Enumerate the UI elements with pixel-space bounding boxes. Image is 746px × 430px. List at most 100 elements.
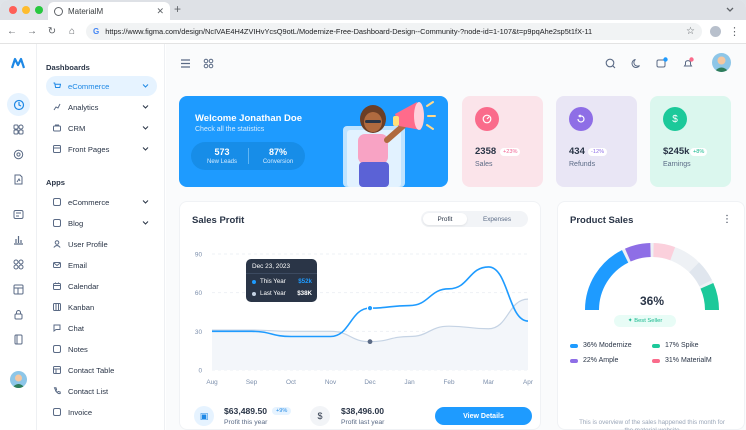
crm-icon	[53, 124, 61, 132]
close-window-button[interactable]	[9, 6, 17, 14]
kpi-label: Earnings	[663, 161, 691, 168]
browser-profile-icon[interactable]	[710, 26, 721, 37]
tooltip-divider	[246, 273, 317, 274]
tooltip-row-this-year: This Year $52k	[252, 278, 312, 285]
reload-icon[interactable]: ↻	[46, 26, 58, 38]
stats-divider	[248, 148, 249, 164]
new-tab-icon[interactable]: +	[174, 2, 181, 16]
rail-dashboard-icon[interactable]	[7, 93, 30, 116]
tab-profit[interactable]: Profit	[423, 213, 467, 225]
rail-lock-icon[interactable]	[10, 306, 27, 323]
tab-expenses[interactable]: Expenses	[469, 213, 525, 225]
rail-docs-icon[interactable]	[10, 331, 27, 348]
profit-expenses-toggle: Profit Expenses	[421, 211, 528, 227]
bookmark-star-icon[interactable]: ☆	[686, 26, 695, 37]
app: Dashboards eCommerce Analytics CRM Front…	[0, 44, 746, 430]
minimize-window-button[interactable]	[22, 6, 30, 14]
nav-item-blog[interactable]: Blog	[46, 213, 157, 233]
tooltip-value: $52k	[298, 278, 312, 285]
cart-notification-icon[interactable]	[656, 57, 668, 69]
nav-item-front-pages[interactable]: Front Pages	[46, 139, 157, 159]
chevron-down-icon	[142, 200, 149, 204]
menu-toggle-icon[interactable]	[179, 57, 191, 69]
nav-item-crm[interactable]: CRM	[46, 118, 157, 138]
gauge-segment	[689, 262, 712, 287]
nav-item-contact-list[interactable]: Contact List	[46, 381, 157, 401]
kpi-change: +23%	[500, 148, 521, 156]
apps-grid-icon[interactable]	[202, 57, 214, 69]
nav-item-user-profile[interactable]: User Profile	[46, 234, 157, 254]
rail-user-avatar[interactable]	[10, 371, 27, 388]
address-bar-row: ← → ↻ ⌂ G https://www.figma.com/design/N…	[0, 20, 746, 44]
dollar-coin-icon: $	[310, 406, 330, 426]
dark-mode-moon-icon[interactable]	[630, 57, 642, 69]
back-icon[interactable]: ←	[6, 26, 18, 38]
x-tick-label: Nov	[325, 379, 337, 386]
rail-forms-icon[interactable]	[10, 206, 27, 223]
rail-widgets-icon[interactable]	[10, 256, 27, 273]
profit-this-year-value: $63,489.50	[224, 406, 268, 416]
browser-tab[interactable]: MaterialM ✕	[48, 2, 170, 20]
search-icon[interactable]	[604, 57, 616, 69]
maximize-window-button[interactable]	[35, 6, 43, 14]
kpi-value: 434	[569, 146, 585, 157]
front-pages-icon	[53, 145, 61, 153]
calendar-icon	[53, 282, 61, 290]
nav-item-label: Front Pages	[68, 144, 110, 154]
legend-swatch	[570, 343, 578, 348]
rail-charts-icon[interactable]	[10, 231, 27, 248]
nav-item-kanban[interactable]: Kanban	[46, 297, 157, 317]
nav-item-invoice[interactable]: Invoice	[46, 402, 157, 422]
sales-badge-icon	[475, 107, 499, 131]
forward-icon[interactable]: →	[26, 26, 38, 38]
nav-item-notes[interactable]: Notes	[46, 339, 157, 359]
nav-item-label: Notes	[68, 344, 88, 354]
nav-item-chat[interactable]: Chat	[46, 318, 157, 338]
chevron-down-icon	[142, 84, 149, 88]
globe-icon	[54, 6, 63, 16]
nav-item-label: Email	[68, 260, 87, 270]
nav-item-analytics[interactable]: Analytics	[46, 97, 157, 117]
cart-icon	[53, 82, 62, 90]
header-user-avatar[interactable]	[712, 53, 731, 72]
view-details-button[interactable]: View Details	[435, 407, 532, 425]
best-seller-badge: ✦ Best Seller	[614, 315, 676, 327]
kpi-label: Sales	[475, 161, 493, 168]
chevron-down-icon	[142, 105, 149, 109]
close-tab-icon[interactable]: ✕	[156, 6, 164, 17]
x-tick-label: Dec	[364, 379, 376, 386]
nav-item-calendar[interactable]: Calendar	[46, 276, 157, 296]
legend-swatch	[652, 358, 660, 363]
url-field[interactable]: G https://www.figma.com/design/NcIVAE4H4…	[86, 23, 702, 40]
section-apps-heading: Apps	[46, 178, 65, 187]
nav-item-ecommerce-app[interactable]: eCommerce	[46, 192, 157, 212]
nav-item-ecommerce-dashboard[interactable]: eCommerce	[46, 76, 157, 96]
profit-change-badge: +9%	[272, 407, 292, 415]
rail-apps-icon[interactable]	[10, 121, 27, 138]
tab-search-chevron-icon[interactable]	[724, 5, 736, 15]
materialm-logo-icon[interactable]	[11, 57, 25, 69]
rail-layers-icon[interactable]	[10, 146, 27, 163]
earnings-dollar-icon: $	[663, 107, 687, 131]
nav-item-contact-table[interactable]: Contact Table	[46, 360, 157, 380]
rail-pages-icon[interactable]	[10, 171, 27, 188]
profit-last-year-label: Profit last year	[341, 419, 385, 426]
bell-icon[interactable]	[682, 57, 694, 69]
x-tick-label: Sep	[246, 379, 258, 386]
home-icon[interactable]: ⌂	[66, 26, 78, 38]
tooltip-label: This Year	[260, 278, 286, 285]
more-options-icon[interactable]: ⋮	[722, 214, 732, 225]
browser-menu-icon[interactable]: ⋮	[729, 25, 740, 38]
new-leads-label: New Leads	[206, 159, 238, 165]
top-header	[166, 44, 746, 82]
legend-label: 22% Ample	[583, 357, 619, 364]
rail-tables-icon[interactable]	[10, 281, 27, 298]
highlight-point-this-year	[366, 305, 374, 312]
tab-strip: MaterialM ✕ +	[0, 0, 746, 20]
kpi-card-refunds: 434 -12% Refunds	[556, 96, 637, 187]
legend-label: 31% MaterialM	[665, 357, 712, 364]
chat-icon	[53, 324, 61, 332]
nav-item-email[interactable]: Email	[46, 255, 157, 275]
chevron-down-icon	[142, 126, 149, 130]
nav-item-label: CRM	[68, 123, 86, 133]
